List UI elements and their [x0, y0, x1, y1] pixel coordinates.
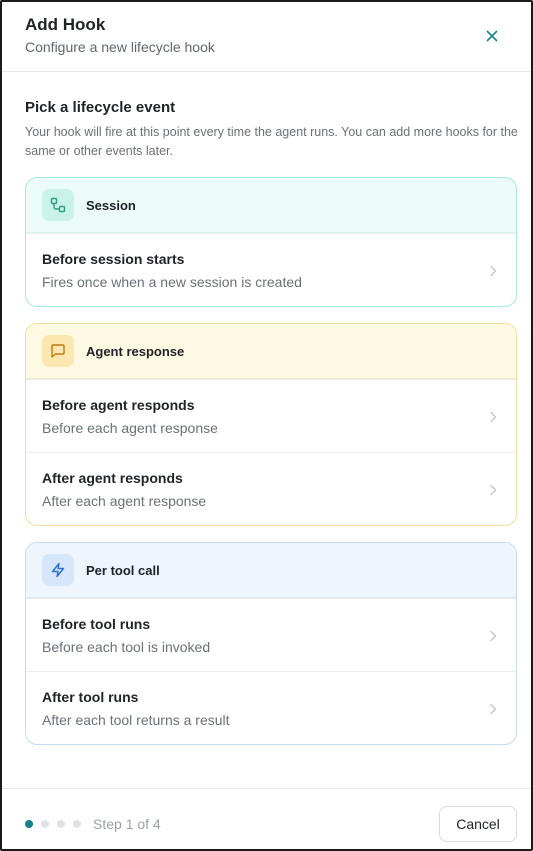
chevron-right-icon	[490, 265, 497, 277]
group-label: Agent response	[86, 343, 185, 359]
step-dot	[57, 820, 65, 828]
step-dot	[41, 820, 49, 828]
event-after-tool-runs[interactable]: After tool runs After each tool returns …	[26, 671, 516, 744]
group-icon-box	[42, 335, 74, 367]
section-title: Pick a lifecycle event	[25, 99, 176, 116]
group-session: Session Before session starts Fires once…	[25, 177, 517, 307]
event-title: Before session starts	[42, 251, 185, 267]
chevron-right-icon	[490, 630, 497, 642]
event-after-agent-responds[interactable]: After agent responds After each agent re…	[26, 452, 516, 525]
group-agent-response: Agent response Before agent responds Bef…	[25, 323, 517, 526]
step-dot	[25, 820, 33, 828]
add-hook-dialog: Add Hook Configure a new lifecycle hook …	[0, 0, 533, 851]
group-header-session: Session	[26, 178, 516, 233]
cancel-button[interactable]: Cancel	[439, 806, 517, 842]
chevron-right-icon	[490, 411, 497, 423]
zap-icon	[51, 562, 65, 578]
step-label: Step 1 of 4	[93, 816, 161, 832]
dialog-subtitle: Configure a new lifecycle hook	[25, 39, 215, 55]
dialog-title: Add Hook	[25, 15, 106, 34]
event-before-agent-responds[interactable]: Before agent responds Before each agent …	[26, 379, 516, 452]
event-title: Before agent responds	[42, 397, 195, 413]
group-header-per-tool-call: Per tool call	[26, 543, 516, 598]
event-before-session-starts[interactable]: Before session starts Fires once when a …	[26, 233, 516, 306]
dialog-header: Add Hook Configure a new lifecycle hook	[2, 2, 531, 72]
group-header-agent-response: Agent response	[26, 324, 516, 379]
close-icon	[486, 30, 498, 42]
group-label: Session	[86, 197, 136, 213]
step-indicator	[25, 820, 81, 828]
step-dot	[73, 820, 81, 828]
event-description: Fires once when a new session is created	[42, 274, 302, 290]
event-title: After tool runs	[42, 689, 139, 705]
workflow-icon	[50, 197, 66, 213]
section-description: Your hook will fire at this point every …	[25, 125, 518, 158]
group-icon-box	[42, 554, 74, 586]
chevron-right-icon	[490, 703, 497, 715]
event-description: After each tool returns a result	[42, 712, 230, 728]
event-title: After agent responds	[42, 470, 183, 486]
event-title: Before tool runs	[42, 616, 151, 632]
group-label: Per tool call	[86, 562, 160, 578]
event-before-tool-runs[interactable]: Before tool runs Before each tool is inv…	[26, 598, 516, 671]
event-description: After each agent response	[42, 493, 207, 509]
event-description: Before each agent response	[42, 420, 218, 436]
message-square-icon	[51, 344, 65, 358]
chevron-right-icon	[490, 484, 497, 496]
group-per-tool-call: Per tool call Before tool runs Before ea…	[25, 542, 517, 745]
event-description: Before each tool is invoked	[42, 639, 211, 655]
close-button[interactable]	[480, 24, 504, 48]
dialog-footer: Step 1 of 4 Cancel	[2, 788, 531, 849]
group-icon-box	[42, 189, 74, 221]
